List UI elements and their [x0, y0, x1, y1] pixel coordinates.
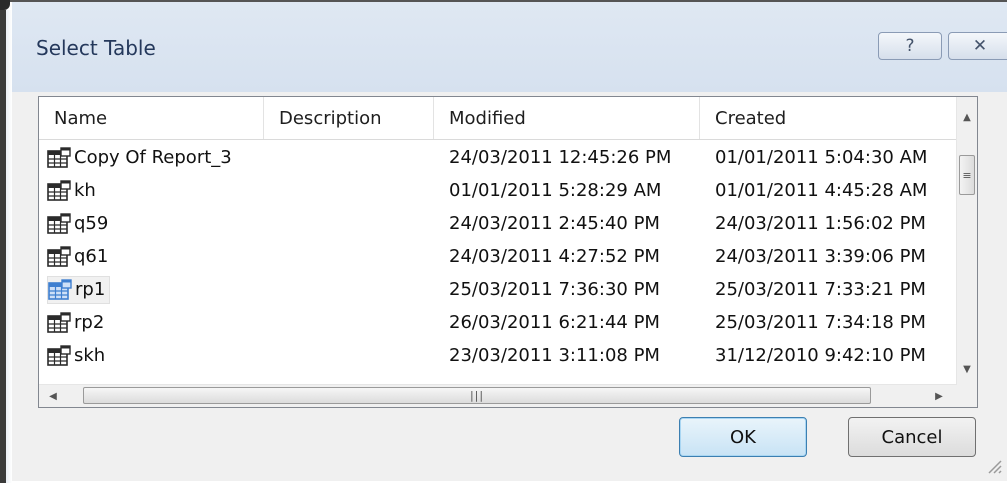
- help-button[interactable]: ?: [878, 32, 942, 60]
- row-modified: 23/03/2011 3:11:08 PM: [449, 345, 660, 366]
- dialog-title: Select Table: [36, 36, 156, 60]
- row-created: 25/03/2011 7:34:18 PM: [715, 312, 926, 333]
- row-name-cell[interactable]: Copy Of Report_3: [47, 146, 232, 169]
- scroll-down-arrow-icon[interactable]: ▼: [957, 359, 977, 379]
- horizontal-scrollbar[interactable]: ◀ ||| ▶: [39, 384, 957, 407]
- table-icon: [47, 344, 74, 367]
- row-modified: 24/03/2011 12:45:26 PM: [449, 147, 672, 168]
- row-name-cell[interactable]: skh: [47, 344, 106, 367]
- row-name: rp2: [74, 312, 105, 333]
- scrollbar-corner: [957, 385, 977, 407]
- row-created: 25/03/2011 7:33:21 PM: [715, 279, 926, 300]
- close-button[interactable]: ✕: [948, 32, 1007, 60]
- row-name-cell[interactable]: rp2: [47, 311, 105, 334]
- row-created: 31/12/2010 9:42:10 PM: [715, 345, 926, 366]
- table-list[interactable]: Name Description Modified Created Copy O…: [38, 96, 978, 408]
- table-icon: [48, 278, 75, 301]
- scroll-left-arrow-icon[interactable]: ◀: [43, 386, 63, 406]
- vertical-scrollbar[interactable]: ▲ ≡ ▼: [956, 97, 977, 385]
- row-name-cell[interactable]: kh: [47, 179, 96, 202]
- row-name: q61: [74, 246, 109, 267]
- row-created: 24/03/2011 1:56:02 PM: [715, 213, 926, 234]
- table-row[interactable]: rp1 25/03/2011 7:36:30 PM 25/03/2011 7:33:…: [39, 273, 957, 306]
- row-name: kh: [74, 180, 96, 201]
- row-modified: 24/03/2011 4:27:52 PM: [449, 246, 660, 267]
- resize-grip-icon[interactable]: [985, 457, 1003, 475]
- row-modified: 01/01/2011 5:28:29 AM: [449, 180, 662, 201]
- row-name: q59: [74, 213, 109, 234]
- vertical-scroll-thumb[interactable]: ≡: [959, 155, 975, 195]
- scroll-up-arrow-icon[interactable]: ▲: [957, 107, 977, 127]
- column-header-modified[interactable]: Modified: [434, 97, 700, 139]
- select-table-dialog: Select Table ? ✕ Name Description Modifi…: [0, 0, 1007, 483]
- row-name-cell[interactable]: q61: [47, 245, 109, 268]
- column-header-created[interactable]: Created: [700, 97, 957, 139]
- table-row[interactable]: kh 01/01/2011 5:28:29 AM 01/01/2011 4:45:2…: [39, 174, 957, 207]
- row-modified: 24/03/2011 2:45:40 PM: [449, 213, 660, 234]
- row-modified: 26/03/2011 6:21:44 PM: [449, 312, 660, 333]
- table-icon: [47, 146, 74, 169]
- table-row[interactable]: q61 24/03/2011 4:27:52 PM 24/03/2011 3:39:…: [39, 240, 957, 273]
- table-icon: [47, 212, 74, 235]
- table-icon: [47, 179, 74, 202]
- row-created: 24/03/2011 3:39:06 PM: [715, 246, 926, 267]
- table-row[interactable]: q59 24/03/2011 2:45:40 PM 24/03/2011 1:56:…: [39, 207, 957, 240]
- horizontal-scroll-thumb[interactable]: |||: [83, 387, 871, 404]
- title-bar: Select Table ? ✕: [12, 2, 1007, 92]
- table-row[interactable]: rp2 26/03/2011 6:21:44 PM 25/03/2011 7:34:…: [39, 306, 957, 339]
- help-icon: ?: [905, 36, 915, 56]
- row-created: 01/01/2011 4:45:28 AM: [715, 180, 928, 201]
- table-row[interactable]: Copy Of Report_3 24/03/2011 12:45:26 PM 01…: [39, 141, 957, 174]
- close-icon: ✕: [972, 36, 988, 56]
- row-name: rp1: [75, 279, 106, 300]
- window-corner: [0, 0, 10, 10]
- row-created: 01/01/2011 5:04:30 AM: [715, 147, 928, 168]
- scroll-right-arrow-icon[interactable]: ▶: [929, 386, 949, 406]
- column-header-description[interactable]: Description: [264, 97, 434, 139]
- row-modified: 25/03/2011 7:36:30 PM: [449, 279, 660, 300]
- list-header: Name Description Modified Created: [39, 97, 957, 140]
- row-name: skh: [74, 345, 106, 366]
- table-icon: [47, 245, 74, 268]
- ok-button[interactable]: OK: [679, 417, 807, 457]
- table-row[interactable]: skh 23/03/2011 3:11:08 PM 31/12/2010 9:42:…: [39, 339, 957, 372]
- list-rows: Copy Of Report_3 24/03/2011 12:45:26 PM 01…: [39, 141, 957, 372]
- row-name-cell[interactable]: rp1: [47, 275, 111, 304]
- table-icon: [47, 311, 74, 334]
- cancel-button[interactable]: Cancel: [848, 417, 976, 457]
- row-name: Copy Of Report_3: [74, 147, 232, 168]
- window-edge: [0, 10, 12, 483]
- column-header-name[interactable]: Name: [39, 97, 264, 139]
- row-name-cell[interactable]: q59: [47, 212, 109, 235]
